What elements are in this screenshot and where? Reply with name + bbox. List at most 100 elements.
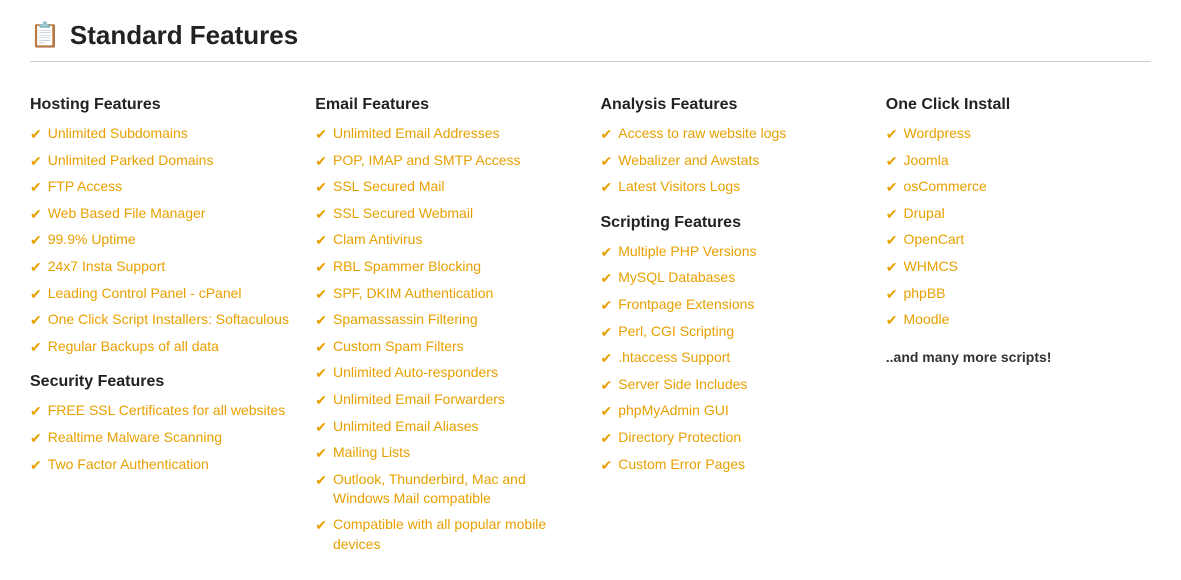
feature-text[interactable]: Leading Control Panel - cPanel xyxy=(48,284,242,304)
feature-text[interactable]: Frontpage Extensions xyxy=(618,295,754,315)
feature-text[interactable]: Unlimited Auto-responders xyxy=(333,363,498,383)
feature-text[interactable]: Moodle xyxy=(903,310,949,330)
feature-text[interactable]: phpBB xyxy=(903,284,945,304)
feature-text[interactable]: Custom Error Pages xyxy=(618,455,745,475)
feature-text[interactable]: Compatible with all popular mobile devic… xyxy=(333,515,581,554)
feature-text[interactable]: Webalizer and Awstats xyxy=(618,151,759,171)
feature-text[interactable]: SSL Secured Mail xyxy=(333,177,445,197)
list-item: ✔One Click Script Installers: Softaculou… xyxy=(30,310,295,331)
feature-text[interactable]: Latest Visitors Logs xyxy=(618,177,740,197)
feature-text[interactable]: Unlimited Subdomains xyxy=(48,124,188,144)
list-item: ✔phpBB xyxy=(886,284,1151,305)
check-icon: ✔ xyxy=(315,364,327,384)
list-item: ✔Server Side Includes xyxy=(601,375,866,396)
check-icon: ✔ xyxy=(30,231,42,251)
feature-text[interactable]: Unlimited Email Addresses xyxy=(333,124,500,144)
feature-text[interactable]: One Click Script Installers: Softaculous xyxy=(48,310,289,330)
list-item: ✔ 24x7 Insta Support xyxy=(30,257,295,278)
feature-text[interactable]: 99.9% Uptime xyxy=(48,230,136,250)
feature-text[interactable]: Outlook, Thunderbird, Mac and Windows Ma… xyxy=(333,470,581,509)
list-item: ✔Drupal xyxy=(886,204,1151,225)
list-item: ✔Compatible with all popular mobile devi… xyxy=(315,515,580,554)
feature-text[interactable]: Two Factor Authentication xyxy=(48,455,209,475)
feature-text[interactable]: Access to raw website logs xyxy=(618,124,786,144)
feature-text[interactable]: .htaccess Support xyxy=(618,348,730,368)
list-item: ✔Multiple PHP Versions xyxy=(601,242,866,263)
list-item: ✔Access to raw website logs xyxy=(601,124,866,145)
feature-text[interactable]: Perl, CGI Scripting xyxy=(618,322,734,342)
feature-text[interactable]: Joomla xyxy=(903,151,948,171)
list-item: ✔ Custom Spam Filters xyxy=(315,337,580,358)
check-icon: ✔ xyxy=(30,125,42,145)
feature-text[interactable]: Directory Protection xyxy=(618,428,741,448)
list-item: ✔ Clam Antivirus xyxy=(315,230,580,251)
feature-text[interactable]: FTP Access xyxy=(48,177,122,197)
list-item: ✔Frontpage Extensions xyxy=(601,295,866,316)
check-icon: ✔ xyxy=(886,231,898,251)
feature-text[interactable]: 24x7 Insta Support xyxy=(48,257,166,277)
check-icon: ✔ xyxy=(30,258,42,278)
list-item: ✔osCommerce xyxy=(886,177,1151,198)
check-icon: ✔ xyxy=(315,338,327,358)
feature-text[interactable]: Unlimited Email Aliases xyxy=(333,417,479,437)
list-item: ✔OpenCart xyxy=(886,230,1151,251)
page-header: 📋 Standard Features xyxy=(30,20,1151,51)
check-icon: ✔ xyxy=(601,269,613,289)
list-item: ✔Unlimited Email Addresses xyxy=(315,124,580,145)
feature-text[interactable]: Custom Spam Filters xyxy=(333,337,464,357)
feature-text[interactable]: Web Based File Manager xyxy=(48,204,206,224)
feature-text[interactable]: WHMCS xyxy=(903,257,957,277)
feature-text[interactable]: Clam Antivirus xyxy=(333,230,422,250)
section-title-2-1: Scripting Features xyxy=(601,214,866,232)
feature-text[interactable]: OpenCart xyxy=(903,230,964,250)
clipboard-icon: 📋 xyxy=(30,21,60,50)
list-item: ✔ Outlook, Thunderbird, Mac and Windows M… xyxy=(315,470,580,509)
check-icon: ✔ xyxy=(315,418,327,438)
check-icon: ✔ xyxy=(886,205,898,225)
list-item: ✔Moodle xyxy=(886,310,1151,331)
features-grid: Hosting Features✔Unlimited Subdomains✔Un… xyxy=(30,86,1151,560)
feature-text[interactable]: phpMyAdmin GUI xyxy=(618,401,728,421)
check-icon: ✔ xyxy=(886,285,898,305)
feature-text[interactable]: POP, IMAP and SMTP Access xyxy=(333,151,521,171)
page-title: Standard Features xyxy=(70,20,298,51)
feature-text[interactable]: SSL Secured Webmail xyxy=(333,204,473,224)
feature-text[interactable]: Unlimited Email Forwarders xyxy=(333,390,505,410)
column-2: Analysis Features✔Access to raw website … xyxy=(601,86,866,560)
check-icon: ✔ xyxy=(315,152,327,172)
check-icon: ✔ xyxy=(601,125,613,145)
feature-text[interactable]: Drupal xyxy=(903,204,944,224)
check-icon: ✔ xyxy=(315,231,327,251)
feature-text[interactable]: Spamassassin Filtering xyxy=(333,310,478,330)
check-icon: ✔ xyxy=(30,205,42,225)
feature-text[interactable]: RBL Spammer Blocking xyxy=(333,257,481,277)
list-item: ✔Custom Error Pages xyxy=(601,455,866,476)
list-item: ✔FTP Access xyxy=(30,177,295,198)
list-item: ✔Unlimited Email Forwarders xyxy=(315,390,580,411)
column-0: Hosting Features✔Unlimited Subdomains✔Un… xyxy=(30,86,295,560)
column-1: Email Features✔Unlimited Email Addresses… xyxy=(315,86,580,560)
check-icon: ✔ xyxy=(886,152,898,172)
check-icon: ✔ xyxy=(886,125,898,145)
feature-text[interactable]: FREE SSL Certificates for all websites xyxy=(48,401,286,421)
feature-text[interactable]: Multiple PHP Versions xyxy=(618,242,756,262)
feature-text[interactable]: SPF, DKIM Authentication xyxy=(333,284,493,304)
feature-text[interactable]: Wordpress xyxy=(903,124,970,144)
many-more-scripts: ..and many more scripts! xyxy=(886,349,1151,365)
check-icon: ✔ xyxy=(886,178,898,198)
check-icon: ✔ xyxy=(601,323,613,343)
section-title-0-1: Security Features xyxy=(30,373,295,391)
feature-text[interactable]: Regular Backups of all data xyxy=(48,337,219,357)
section-title-1-0: Email Features xyxy=(315,96,580,114)
feature-text[interactable]: Mailing Lists xyxy=(333,443,410,463)
check-icon: ✔ xyxy=(315,471,327,491)
check-icon: ✔ xyxy=(601,456,613,476)
feature-text[interactable]: osCommerce xyxy=(903,177,986,197)
feature-text[interactable]: Unlimited Parked Domains xyxy=(48,151,214,171)
list-item: ✔Regular Backups of all data xyxy=(30,337,295,358)
feature-text[interactable]: Realtime Malware Scanning xyxy=(48,428,222,448)
list-item: ✔phpMyAdmin GUI xyxy=(601,401,866,422)
feature-text[interactable]: MySQL Databases xyxy=(618,268,735,288)
check-icon: ✔ xyxy=(601,178,613,198)
feature-text[interactable]: Server Side Includes xyxy=(618,375,747,395)
